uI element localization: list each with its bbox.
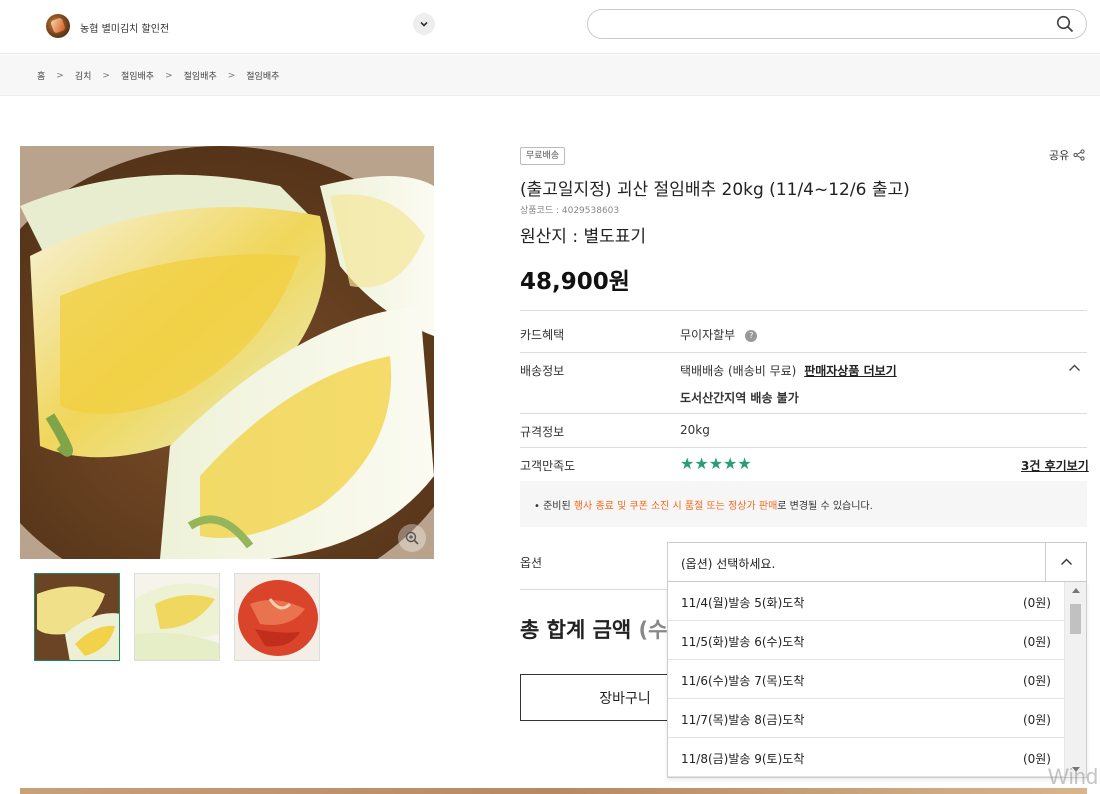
zoom-in-icon — [405, 531, 419, 545]
chevron-right-icon: > — [56, 70, 64, 81]
option-label: 옵션 — [520, 556, 543, 570]
zoom-button[interactable] — [398, 524, 426, 552]
option-item-price: (0원) — [1022, 674, 1051, 688]
option-item[interactable]: 11/7(목)발송 8(금)도착 (0원) — [668, 699, 1064, 738]
divider — [520, 310, 1087, 311]
option-select[interactable]: (옵션) 선택하세요. — [667, 542, 1087, 582]
os-activation-watermark: Wind — [1048, 764, 1099, 789]
notice-highlight: 행사 종료 및 쿠폰 소진 시 품절 또는 정상가 판매 — [573, 501, 778, 512]
product-title: (출고일지정) 괴산 절임배추 20kg (11/4~12/6 출고) — [520, 180, 910, 200]
reviews-link[interactable]: 3건 후기보기 — [1021, 457, 1089, 474]
option-item-price: (0원) — [1022, 596, 1051, 610]
store-logo[interactable] — [46, 14, 70, 38]
thumbnail-2[interactable] — [134, 573, 220, 661]
seller-products-link[interactable]: 판매자상품 더보기 — [804, 364, 897, 378]
breadcrumb-item[interactable]: 절임배추 — [246, 69, 279, 82]
satisfaction-label: 고객만족도 — [520, 459, 576, 473]
total-paren: (수 — [638, 618, 668, 642]
shipping-info-value: 택배배송 (배송비 무료) 판매자상품 더보기 — [680, 362, 897, 379]
option-item-price: (0원) — [1022, 752, 1051, 766]
notice-prefix: • 준비된 — [534, 501, 574, 512]
option-dropdown: 11/4(월)발송 5(화)도착 (0원) 11/5(화)발송 6(수)도착 (0원… — [667, 582, 1087, 778]
top-header: 농협 별미김치 할인전 — [0, 0, 1100, 54]
thumbnail-3[interactable] — [234, 573, 320, 661]
breadcrumb: 홈 > 김치 > 절임배추 > 절임배추 > 절임배추 — [0, 55, 1100, 96]
chevron-right-icon: > — [227, 70, 236, 81]
option-item[interactable]: 11/4(월)발송 5(화)도착 (0원) — [668, 582, 1064, 621]
chevron-right-icon: > — [165, 70, 173, 81]
search-input[interactable] — [602, 16, 1042, 34]
spec-info-value: 20kg — [680, 423, 710, 437]
option-item[interactable]: 11/6(수)발송 7(목)도착 (0원) — [668, 660, 1064, 699]
shipping-note: 도서산간지역 배송 불가 — [680, 391, 799, 405]
option-item-name: 11/5(화)발송 6(수)도착 — [681, 635, 805, 649]
notice-suffix: 로 변경될 수 있습니다. — [777, 501, 873, 512]
chevron-up-icon[interactable] — [1068, 363, 1081, 373]
card-benefit-text: 무이자할부 — [680, 328, 736, 342]
chevron-up-icon — [1060, 558, 1072, 565]
product-origin: 원산지 : 별도표기 — [520, 227, 647, 247]
spec-info-label: 규격정보 — [520, 425, 565, 439]
option-item-name: 11/4(월)발송 5(화)도착 — [681, 596, 805, 610]
card-benefit-label: 카드혜택 — [520, 328, 565, 342]
thumbnail-1[interactable] — [34, 573, 120, 661]
breadcrumb-item[interactable]: 절임배추 — [184, 69, 217, 82]
divider — [520, 352, 1087, 353]
shipping-method: 택배배송 (배송비 무료) — [680, 364, 797, 378]
option-item[interactable]: 11/5(화)발송 6(수)도착 (0원) — [668, 621, 1064, 660]
chevron-down-icon — [420, 21, 428, 27]
total-label: 총 합계 금액 — [520, 618, 632, 642]
help-icon[interactable]: ? — [745, 330, 758, 342]
option-toggle[interactable] — [1045, 543, 1086, 581]
option-item-name: 11/7(목)발송 8(금)도착 — [681, 713, 805, 727]
breadcrumb-item[interactable]: 김치 — [75, 69, 92, 82]
search-box[interactable] — [587, 9, 1087, 39]
search-icon[interactable] — [1056, 15, 1074, 33]
breadcrumb-item[interactable]: 절임배추 — [121, 69, 154, 82]
dropdown-scrollbar[interactable] — [1064, 582, 1086, 777]
shipping-info-label: 배송정보 — [520, 364, 565, 378]
chevron-right-icon: > — [102, 70, 110, 81]
detail-banner-edge — [20, 788, 1087, 794]
product-price: 48,900원 — [520, 269, 630, 295]
option-item-name: 11/6(수)발송 7(목)도착 — [681, 674, 805, 688]
breadcrumb-home[interactable]: 홈 — [37, 69, 45, 82]
product-main-image[interactable] — [20, 146, 434, 559]
free-shipping-badge: 무료배송 — [520, 147, 566, 165]
divider — [520, 447, 1087, 448]
share-button[interactable]: 공유 — [1049, 147, 1085, 163]
store-menu-toggle[interactable] — [413, 13, 435, 35]
scroll-up-arrow-icon[interactable] — [1072, 588, 1080, 593]
scrollbar-thumb[interactable] — [1070, 604, 1081, 634]
share-label: 공유 — [1049, 149, 1070, 162]
rating-stars: ★★★★★ — [680, 454, 752, 473]
option-selected-value: (옵션) 선택하세요. — [681, 557, 776, 571]
share-icon — [1073, 149, 1085, 161]
product-code: 상품코드 : 4029538603 — [520, 206, 620, 216]
notice-box: • 준비된 행사 종료 및 쿠폰 소진 시 품절 또는 정상가 판매로 변경될 … — [520, 481, 1087, 527]
store-name[interactable]: 농협 별미김치 할인전 — [80, 20, 169, 35]
option-item-name: 11/8(금)발송 9(토)도착 — [681, 752, 805, 766]
option-item[interactable]: 11/8(금)발송 9(토)도착 (0원) — [668, 738, 1064, 777]
divider — [520, 413, 1087, 414]
option-item-price: (0원) — [1022, 635, 1051, 649]
option-item-price: (0원) — [1022, 713, 1051, 727]
total-amount: 총 합계 금액 (수 — [520, 614, 667, 644]
card-benefit-value: 무이자할부? — [680, 326, 758, 343]
